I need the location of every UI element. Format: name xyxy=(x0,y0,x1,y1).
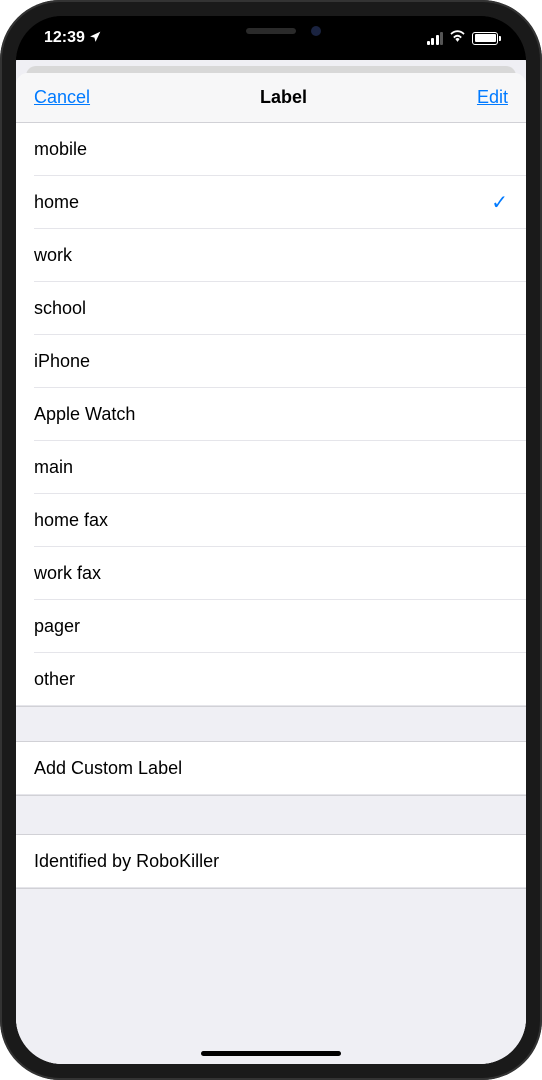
checkmark-icon: ✓ xyxy=(491,190,508,215)
label-text: mobile xyxy=(34,139,87,160)
label-option-apple-watch[interactable]: Apple Watch xyxy=(16,388,526,441)
label-option-mobile[interactable]: mobile xyxy=(16,123,526,176)
page-title: Label xyxy=(260,87,307,108)
label-option-main[interactable]: main xyxy=(16,441,526,494)
screen-content: Cancel Label Edit mobile home ✓ work school i… xyxy=(16,60,526,1064)
phone-screen: 12:39 xyxy=(16,16,526,1064)
label-text: home fax xyxy=(34,510,108,531)
label-option-work[interactable]: work xyxy=(16,229,526,282)
identified-by-item[interactable]: Identified by RoboKiller xyxy=(16,835,526,888)
label-option-other[interactable]: other xyxy=(16,653,526,706)
list-container[interactable]: mobile home ✓ work school iPhone Apple Watch ma… xyxy=(16,123,526,1064)
label-text: home xyxy=(34,192,79,213)
section-separator xyxy=(16,795,526,835)
section-separator xyxy=(16,888,526,948)
notch xyxy=(166,16,376,46)
phone-frame: 12:39 xyxy=(0,0,542,1080)
label-text: school xyxy=(34,298,86,319)
front-camera xyxy=(311,26,321,36)
status-time: 12:39 xyxy=(44,29,85,47)
section-separator xyxy=(16,706,526,742)
label-option-pager[interactable]: pager xyxy=(16,600,526,653)
label-option-school[interactable]: school xyxy=(16,282,526,335)
navigation-bar: Cancel Label Edit xyxy=(16,73,526,123)
add-custom-label-button[interactable]: Add Custom Label xyxy=(16,742,526,795)
label-option-work-fax[interactable]: work fax xyxy=(16,547,526,600)
label-text: iPhone xyxy=(34,351,90,372)
edit-button[interactable]: Edit xyxy=(477,87,508,108)
label-option-home[interactable]: home ✓ xyxy=(16,176,526,229)
label-text: main xyxy=(34,457,73,478)
label-text: work fax xyxy=(34,563,101,584)
label-text: Apple Watch xyxy=(34,404,135,425)
wifi-icon xyxy=(449,29,466,47)
add-custom-label-text: Add Custom Label xyxy=(34,758,182,779)
battery-icon xyxy=(472,32,498,45)
cellular-signal-icon xyxy=(427,32,444,45)
label-option-home-fax[interactable]: home fax xyxy=(16,494,526,547)
identified-by-text: Identified by RoboKiller xyxy=(34,851,219,872)
speaker xyxy=(246,28,296,34)
label-text: other xyxy=(34,669,75,690)
location-icon xyxy=(89,30,102,46)
cancel-button[interactable]: Cancel xyxy=(34,87,90,108)
label-option-iphone[interactable]: iPhone xyxy=(16,335,526,388)
labels-section: mobile home ✓ work school iPhone Apple Watch ma… xyxy=(16,123,526,706)
home-indicator[interactable] xyxy=(201,1051,341,1056)
extra-section: Identified by RoboKiller xyxy=(16,835,526,888)
label-text: work xyxy=(34,245,72,266)
custom-label-section: Add Custom Label xyxy=(16,742,526,795)
label-text: pager xyxy=(34,616,80,637)
modal-sheet: Cancel Label Edit mobile home ✓ work school i… xyxy=(16,73,526,1064)
